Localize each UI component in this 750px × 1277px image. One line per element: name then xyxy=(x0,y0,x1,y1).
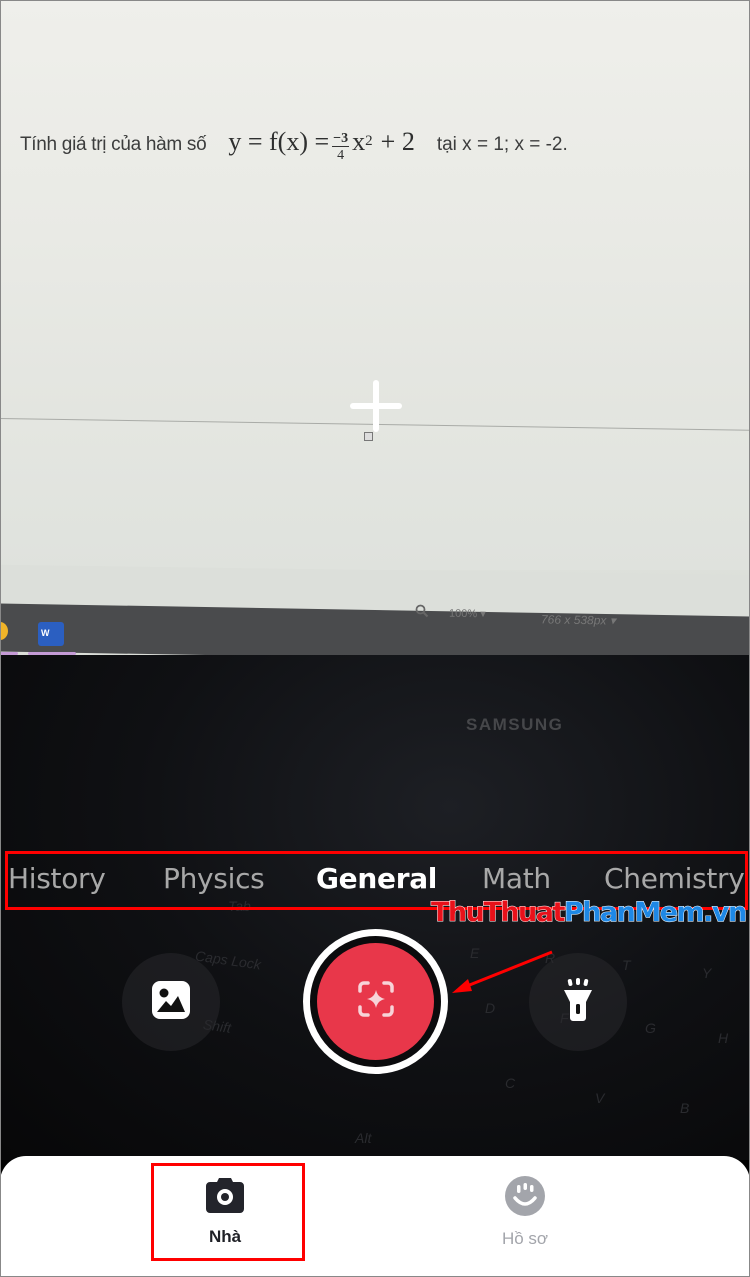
tab-math[interactable]: Math xyxy=(482,862,551,895)
image-icon xyxy=(151,980,191,1025)
tab-physics[interactable]: Physics xyxy=(163,862,265,895)
formula-variable: x xyxy=(352,126,366,156)
nav-profile[interactable]: Hồ sơ xyxy=(450,1176,600,1276)
word-app-icon: W xyxy=(38,622,64,646)
formula-exponent: 2 xyxy=(365,133,373,149)
annotation-highlight-box xyxy=(151,1163,305,1261)
keyboard-key: H xyxy=(718,1030,729,1046)
taskbar-running-indicator xyxy=(28,652,76,655)
tab-history[interactable]: History xyxy=(8,862,106,895)
scan-shutter-button[interactable] xyxy=(303,929,448,1074)
keyboard-key: V xyxy=(595,1090,605,1106)
nav-profile-label: Hồ sơ xyxy=(501,1229,549,1248)
zoom-level-readout: 100% ▾ xyxy=(449,607,486,621)
taskbar-running-indicator xyxy=(0,652,18,655)
watermark-part: Thuat xyxy=(483,897,566,929)
bottom-navigation: Nhà Hồ sơ xyxy=(0,1156,750,1277)
fraction-denominator: 4 xyxy=(337,148,345,163)
word-icon-letter: W xyxy=(41,628,50,638)
flashlight-icon xyxy=(562,977,594,1027)
canvas-size-readout: 766 x 538px ▾ xyxy=(541,612,616,628)
shutter-inner xyxy=(317,943,434,1060)
keyboard-key: T xyxy=(622,957,631,973)
formula-lhs: y = f(x) = xyxy=(228,126,330,156)
formula: y = f(x) = −3 4 x2 + 2 xyxy=(228,126,415,163)
annotation-arrow xyxy=(452,950,553,993)
ai-scan-icon xyxy=(356,979,396,1024)
keyboard-key: D xyxy=(485,1000,496,1016)
tab-chemistry[interactable]: Chemistry xyxy=(604,862,745,895)
question-text: Tính giá trị của hàm số xyxy=(20,133,207,155)
watermark-part: PhanMem xyxy=(563,897,705,929)
keyboard-key: Alt xyxy=(355,1130,372,1146)
keyboard-key: Y xyxy=(702,965,712,981)
fraction-numerator: −3 xyxy=(332,131,350,147)
tab-general[interactable]: General xyxy=(316,862,437,895)
watermark-part: Thu xyxy=(430,897,485,929)
watermark: ThuThuatPhanMem.vn xyxy=(430,897,748,929)
keyboard-key: B xyxy=(680,1100,690,1116)
brand-logo: SAMSUNG xyxy=(466,715,564,734)
smiley-profile-icon xyxy=(505,1176,545,1221)
crosshair-cursor-icon xyxy=(350,380,402,432)
watermark-part: .vn xyxy=(703,897,748,929)
math-question: Tính giá trị của hàm số y = f(x) = −3 4 … xyxy=(20,126,750,163)
selection-anchor xyxy=(364,432,373,441)
question-condition: tại x = 1; x = -2. xyxy=(436,133,568,155)
formula-tail: + 2 xyxy=(380,126,415,156)
document-canvas-area xyxy=(0,420,750,570)
gallery-button[interactable] xyxy=(122,953,220,1051)
fraction: −3 4 xyxy=(332,131,350,163)
search-icon xyxy=(415,604,429,618)
keyboard-key: G xyxy=(645,1020,656,1036)
keyboard-key: C xyxy=(505,1075,516,1091)
